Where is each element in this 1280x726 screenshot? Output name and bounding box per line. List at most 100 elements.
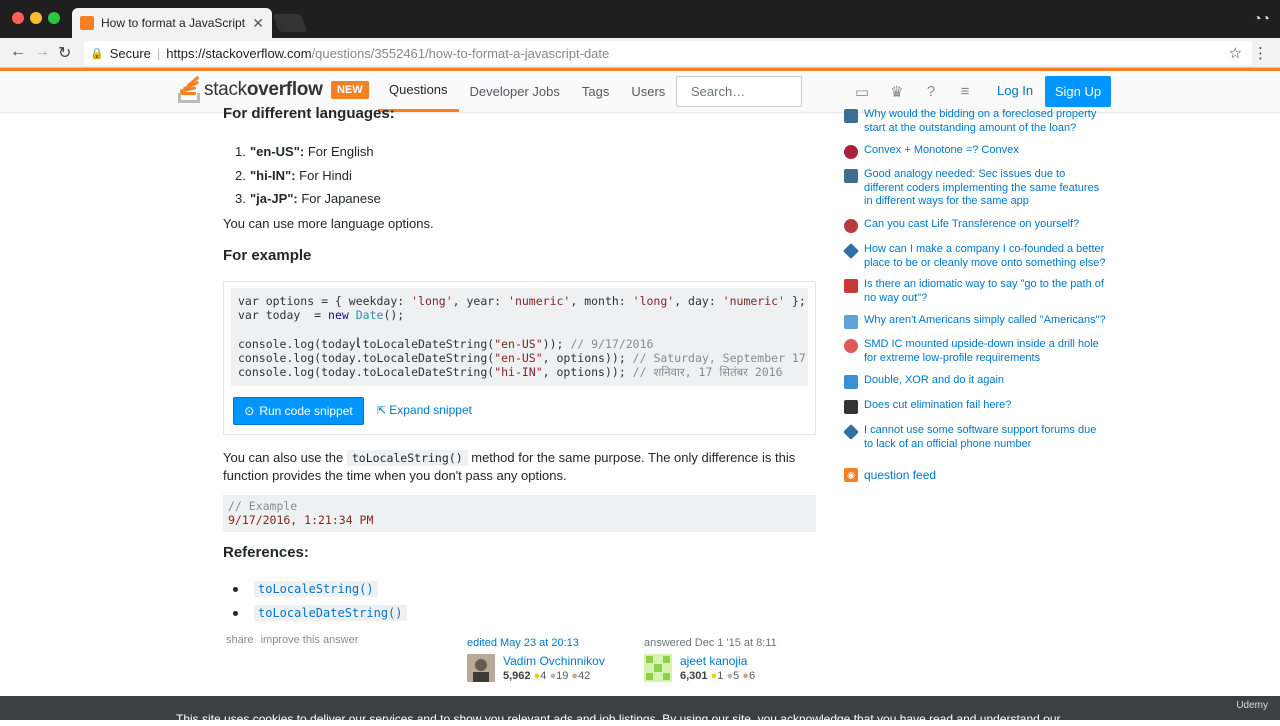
list-item: toLocaleDateString() xyxy=(233,601,407,625)
hot-question-item[interactable]: SMD IC mounted upside-down inside a dril… xyxy=(844,338,1106,365)
hot-question-item[interactable]: Why aren't Americans simply called "Amer… xyxy=(844,314,1106,329)
nav-developer-jobs[interactable]: Developer Jobs xyxy=(459,71,571,112)
heading-references: References: xyxy=(223,544,309,561)
site-icon xyxy=(844,400,858,414)
top-nav: Questions Developer Jobs Tags Users xyxy=(378,71,676,112)
forward-icon[interactable]: → xyxy=(34,43,50,61)
back-icon[interactable]: ← xyxy=(10,43,26,61)
so-topbar: stackoverflow NEW Questions Developer Jo… xyxy=(0,68,1280,112)
run-code-snippet-button[interactable]: ⊙ Run code snippet xyxy=(233,397,364,425)
paragraph-more-options: You can use more language options. xyxy=(223,216,434,231)
site-icon xyxy=(844,219,858,233)
close-window-icon[interactable] xyxy=(12,12,24,24)
hot-question-item[interactable]: Double, XOR and do it again xyxy=(844,374,1106,389)
ref-link-tolocalestring[interactable]: toLocaleString() xyxy=(254,581,378,597)
cookie-text: This site uses cookies to deliver our se… xyxy=(176,712,1061,726)
site-icon xyxy=(843,424,859,440)
code-snippet: var options = { weekday: 'long', year: '… xyxy=(223,281,816,435)
udemy-watermark: Udemy xyxy=(1236,700,1268,711)
editor-signature: edited May 23 at 20:13 Vadim Ovchinnikov… xyxy=(467,637,605,682)
paragraph-tolocalestring: You can also use the toLocaleString() me… xyxy=(223,450,796,483)
login-link[interactable]: Log In xyxy=(997,83,1033,98)
logo-text-light: stack xyxy=(204,79,247,100)
site-icon xyxy=(844,109,858,123)
run-code-label: Run code snippet xyxy=(259,404,353,418)
inline-code: toLocaleString() xyxy=(346,450,468,466)
avatar[interactable] xyxy=(644,654,672,682)
list-item: toLocaleString() xyxy=(233,577,407,601)
site-icon xyxy=(844,339,858,353)
author-reputation: 6,301 ●1 ●5 ●6 xyxy=(680,670,756,682)
new-tab-button[interactable] xyxy=(272,14,308,32)
avatar[interactable] xyxy=(467,654,495,682)
editor-name[interactable]: Vadim Ovchinnikov xyxy=(503,654,605,668)
answered-timestamp: answered Dec 1 '15 at 8:11 xyxy=(644,637,777,649)
browser-tab-bar: How to format a JavaScript date ✕ ◔◔ xyxy=(0,0,1280,38)
hot-question-item[interactable]: Can you cast Life Transference on yourse… xyxy=(844,218,1106,233)
trophy-icon[interactable]: ♛ xyxy=(888,83,906,101)
hot-question-item[interactable]: Good analogy needed: Sec issues due to d… xyxy=(844,168,1106,209)
hot-question-item[interactable]: Does cut elimination fail here? xyxy=(844,399,1106,414)
editor-reputation: 5,962 ●4 ●19 ●42 xyxy=(503,670,591,682)
list-item: 3. "ja-JP": For Japanese xyxy=(235,191,381,206)
inbox-icon[interactable]: ▭ xyxy=(853,83,871,101)
heading-example: For example xyxy=(223,247,312,264)
question-feed-link[interactable]: ◉ question feed xyxy=(844,468,936,482)
stackoverflow-logo[interactable]: stackoverflow xyxy=(178,75,323,103)
hot-question-item[interactable]: How can I make a company I co-founded a … xyxy=(843,243,1106,270)
close-tab-icon[interactable]: ✕ xyxy=(252,15,264,32)
browser-menu-icon[interactable]: ⋮ xyxy=(1253,44,1268,62)
lock-icon: 🔒 xyxy=(90,47,104,60)
minimize-window-icon[interactable] xyxy=(30,12,42,24)
edited-timestamp[interactable]: edited May 23 at 20:13 xyxy=(467,637,579,649)
url-host: https://stackoverflow.com xyxy=(166,45,312,61)
play-icon: ⊙ xyxy=(244,404,255,418)
url-field[interactable]: 🔒 Secure | https://stackoverflow.com/que… xyxy=(84,41,1252,65)
new-badge[interactable]: NEW xyxy=(331,81,369,99)
expand-icon: ⇱ xyxy=(377,405,387,417)
example-output: // Example 9/17/2016, 1:21:34 PM xyxy=(223,495,816,532)
improve-answer-link[interactable]: improve this answer xyxy=(261,634,359,646)
maximize-window-icon[interactable] xyxy=(48,12,60,24)
cookie-banner: This site uses cookies to deliver our se… xyxy=(0,696,1280,726)
url-separator: | xyxy=(156,45,161,61)
list-item: 1. "en-US": For English xyxy=(235,144,374,159)
signup-button[interactable]: Sign Up xyxy=(1045,76,1111,107)
rss-icon: ◉ xyxy=(844,468,858,482)
site-icon xyxy=(844,375,858,389)
logo-text-bold: overflow xyxy=(246,79,323,100)
tab-title: How to format a JavaScript date xyxy=(101,16,246,30)
language-list: 1. "en-US": For English 2. "hi-IN": For Hi… xyxy=(235,140,381,211)
hot-question-item[interactable]: Why would the bidding on a foreclosed pr… xyxy=(844,108,1106,135)
list-item: 2. "hi-IN": For Hindi xyxy=(235,167,352,183)
stack-logo-icon xyxy=(178,75,202,103)
hot-question-item[interactable]: Convex + Monotone =? Convex xyxy=(844,144,1106,159)
site-icon xyxy=(844,279,858,293)
site-icon xyxy=(843,243,859,259)
bookmark-star-icon[interactable]: ☆ xyxy=(1229,44,1242,62)
secure-label: Secure xyxy=(109,45,151,61)
incognito-icon: ◔◔ xyxy=(1253,10,1270,26)
browser-tab[interactable]: How to format a JavaScript date ✕ xyxy=(72,8,272,38)
url-path: /questions/3552461/how-to-format-a-javas… xyxy=(311,45,610,61)
post-menu: share improve this answer xyxy=(226,634,362,646)
hot-question-item[interactable]: I cannot use some software support forum… xyxy=(843,424,1106,451)
nav-tags[interactable]: Tags xyxy=(571,71,620,112)
share-link[interactable]: share xyxy=(226,634,254,646)
nav-users[interactable]: Users xyxy=(620,71,676,112)
author-name[interactable]: ajeet kanojia xyxy=(680,654,755,668)
ref-link-tolocaledatestring[interactable]: toLocaleDateString() xyxy=(254,605,407,621)
author-signature: answered Dec 1 '15 at 8:11 ajeet kanojia… xyxy=(644,637,777,682)
search-input[interactable]: Search… xyxy=(676,76,802,107)
site-icon xyxy=(844,169,858,183)
snippet-code[interactable]: var options = { weekday: 'long', year: '… xyxy=(231,288,808,386)
help-icon[interactable]: ? xyxy=(922,83,940,100)
site-icon xyxy=(844,145,858,159)
reload-icon[interactable]: ↻ xyxy=(58,43,71,63)
references-list: toLocaleString() toLocaleDateString() xyxy=(233,577,407,625)
site-switcher-icon[interactable]: ≡ xyxy=(956,83,974,100)
expand-snippet-link[interactable]: ⇱ Expand snippet xyxy=(377,403,472,417)
address-bar: ← → ↻ 🔒 Secure | https://stackoverflow.c… xyxy=(0,38,1280,68)
text-cursor-icon: I xyxy=(356,334,360,350)
hot-question-item[interactable]: Is there an idiomatic way to say "go to … xyxy=(844,278,1106,305)
